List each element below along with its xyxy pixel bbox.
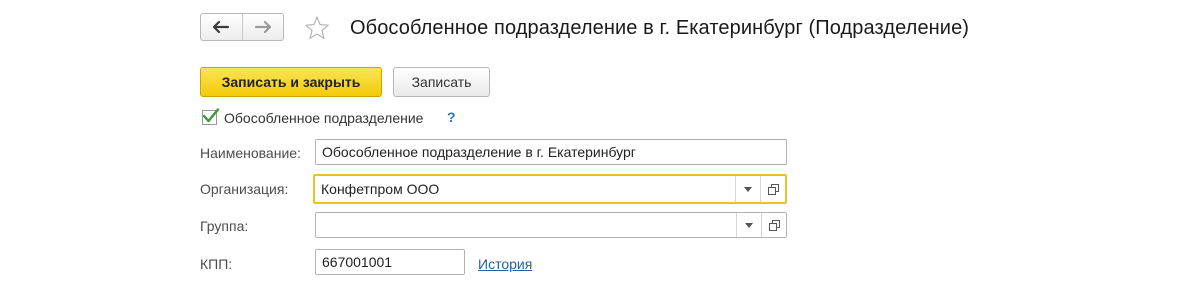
arrow-left-icon xyxy=(213,20,230,34)
navigation-buttons xyxy=(200,13,284,41)
name-field[interactable]: Обособленное подразделение в г. Екатерин… xyxy=(315,139,787,165)
checkmark-icon xyxy=(202,108,220,123)
group-label: Группа: xyxy=(200,218,249,234)
separate-division-label: Обособленное подразделение xyxy=(224,110,424,126)
save-and-close-button[interactable]: Записать и закрыть xyxy=(200,67,382,97)
group-dropdown-button[interactable] xyxy=(736,213,761,237)
organization-field[interactable]: Конфетпром ООО xyxy=(313,174,787,204)
page-title: Обособленное подразделение в г. Екатерин… xyxy=(350,17,970,39)
star-outline-icon[interactable] xyxy=(304,15,330,41)
open-window-icon xyxy=(768,219,780,231)
organization-value: Конфетпром ООО xyxy=(321,181,440,197)
name-label: Наименование: xyxy=(200,145,301,161)
organization-label: Организация: xyxy=(200,181,289,197)
save-button[interactable]: Записать xyxy=(393,67,490,97)
help-icon[interactable]: ? xyxy=(447,109,456,125)
chevron-down-icon xyxy=(744,186,752,192)
organization-dropdown-button[interactable] xyxy=(735,176,760,202)
kpp-label: КПП: xyxy=(200,256,233,272)
chevron-down-icon xyxy=(745,222,753,228)
forward-button[interactable] xyxy=(241,14,284,40)
name-value: Обособленное подразделение в г. Екатерин… xyxy=(322,144,636,160)
group-field[interactable] xyxy=(315,212,787,238)
group-open-button[interactable] xyxy=(761,213,786,237)
kpp-value: 667001001 xyxy=(322,254,393,270)
open-window-icon xyxy=(767,183,779,195)
kpp-field[interactable]: 667001001 xyxy=(315,249,465,275)
history-link[interactable]: История xyxy=(478,256,532,272)
back-button[interactable] xyxy=(201,14,242,40)
organization-open-button[interactable] xyxy=(760,176,785,202)
separate-division-checkbox[interactable] xyxy=(202,108,220,125)
arrow-right-icon xyxy=(254,20,271,34)
